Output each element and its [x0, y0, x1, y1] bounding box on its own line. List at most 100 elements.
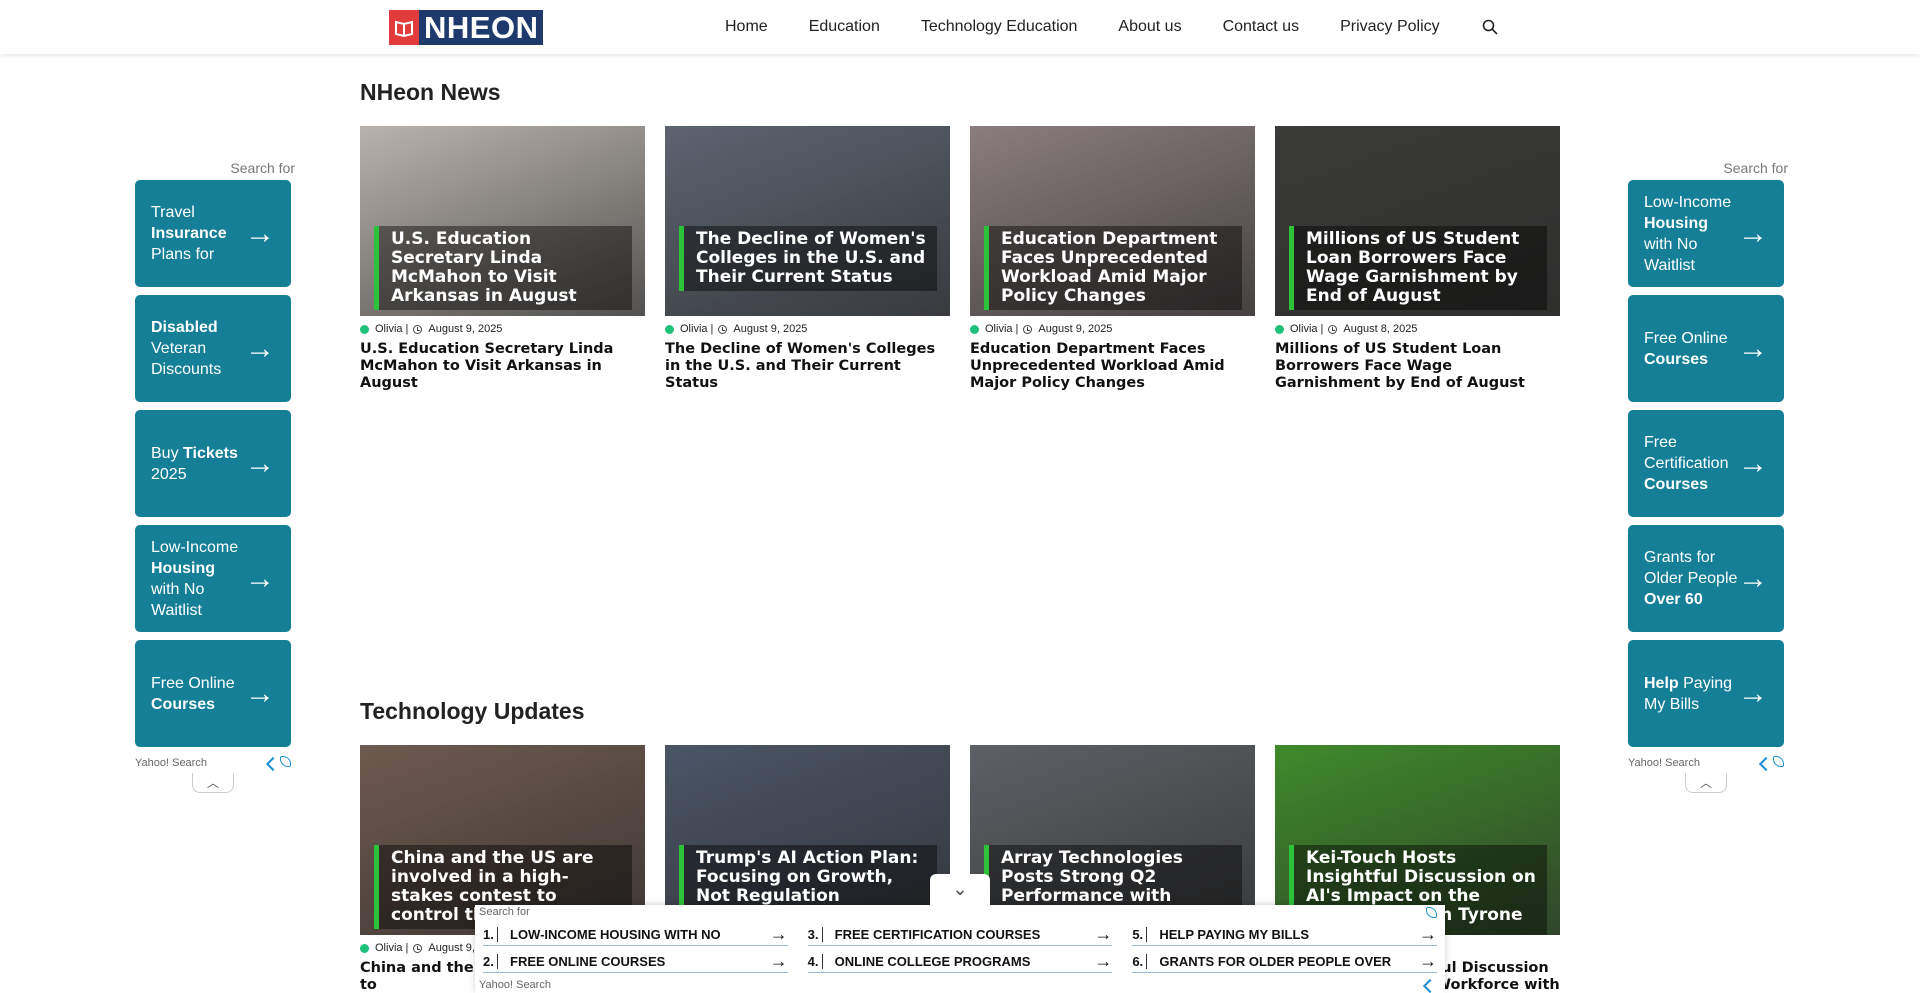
- card-headline[interactable]: U.S. Education Secretary Linda McMahon t…: [360, 341, 645, 392]
- card-author[interactable]: Olivia |: [375, 323, 408, 335]
- chevron-up-icon[interactable]: ︿: [192, 773, 234, 793]
- arrow-right-icon: →: [769, 923, 788, 944]
- adchoices-icon[interactable]: [1425, 979, 1437, 989]
- news-card[interactable]: The Decline of Women's Colleges in the U…: [665, 126, 950, 392]
- card-headline[interactable]: Millions of US Student Loan Borrowers Fa…: [1275, 341, 1560, 392]
- ad-tile-bold: Insurance: [151, 225, 227, 242]
- clock-icon: [718, 324, 728, 334]
- arrow-right-icon: →: [1738, 677, 1768, 710]
- ad-tile[interactable]: Free Certification Courses →: [1628, 410, 1784, 517]
- item-label: LOW-INCOME HOUSING WITH NO: [497, 926, 768, 942]
- main-nav: Home Education Technology Education Abou…: [725, 0, 1499, 54]
- ad-tile[interactable]: Buy Tickets 2025 →: [135, 410, 291, 517]
- ad-tile[interactable]: Free Online Courses →: [135, 640, 291, 747]
- card-thumbnail[interactable]: The Decline of Women's Colleges in the U…: [665, 126, 950, 316]
- author-dot-icon: [1275, 324, 1284, 334]
- nav-about-us[interactable]: About us: [1118, 18, 1181, 36]
- author-dot-icon: [665, 324, 674, 334]
- card-author[interactable]: Olivia |: [985, 323, 1018, 335]
- privacy-icon[interactable]: [280, 756, 291, 767]
- arrow-right-icon: →: [245, 332, 275, 365]
- card-thumbnail[interactable]: U.S. Education Secretary Linda McMahon t…: [360, 126, 645, 316]
- ad-tile[interactable]: Disabled Veteran Discounts →: [135, 295, 291, 402]
- nav-privacy-policy[interactable]: Privacy Policy: [1340, 18, 1440, 36]
- item-label: GRANTS FOR OLDER PEOPLE OVER: [1146, 953, 1417, 969]
- card-headline[interactable]: Education Department Faces Unprecedented…: [970, 341, 1255, 392]
- card-meta: Olivia | August 8, 2025: [1275, 322, 1560, 336]
- arrow-right-icon: →: [1418, 923, 1437, 944]
- ad-tile-bold: Courses: [151, 695, 216, 713]
- privacy-icon[interactable]: [1426, 906, 1437, 918]
- thumbnail-overlay-title: Trump's AI Action Plan: Focusing on Grow…: [679, 845, 937, 910]
- card-author[interactable]: Olivia |: [680, 323, 713, 335]
- chevron-down-icon[interactable]: ⌄: [930, 874, 990, 905]
- ad-tile-text: Free Online: [1644, 329, 1728, 347]
- ad-list-item[interactable]: 4. ONLINE COLLEGE PROGRAMS →: [807, 950, 1113, 973]
- ad-tile-text: Free Certification: [1644, 434, 1729, 472]
- item-number: 6.: [1132, 953, 1144, 969]
- ad-list-item[interactable]: 6. GRANTS FOR OLDER PEOPLE OVER →: [1132, 950, 1437, 973]
- ad-tile-text: with No Waitlist: [151, 580, 205, 619]
- ad-tile[interactable]: Low-Income Housing with No Waitlist →: [1628, 180, 1784, 287]
- ad-list-item[interactable]: 3. FREE CERTIFICATION COURSES →: [807, 923, 1113, 946]
- nav-contact-us[interactable]: Contact us: [1223, 18, 1299, 36]
- card-date: August 9, 2025: [1038, 323, 1113, 335]
- item-label: HELP PAYING MY BILLS: [1146, 926, 1417, 942]
- ad-tile-text: Buy: [151, 444, 179, 462]
- ad-tile[interactable]: Low-Income Housing with No Waitlist →: [135, 525, 291, 632]
- news-card[interactable]: Millions of US Student Loan Borrowers Fa…: [1275, 126, 1560, 392]
- privacy-icon[interactable]: [1773, 756, 1784, 767]
- arrow-right-icon: →: [245, 562, 275, 595]
- card-thumbnail[interactable]: Education Department Faces Unprecedented…: [970, 126, 1255, 316]
- ad-tile[interactable]: Help Paying My Bills →: [1628, 640, 1784, 747]
- item-number: 1.: [483, 926, 494, 942]
- arrow-right-icon: →: [1738, 447, 1768, 480]
- clock-icon: [1328, 324, 1338, 334]
- card-date: August 9, 2025: [733, 323, 808, 335]
- card-date: August 8, 2025: [1343, 323, 1418, 335]
- author-dot-icon: [360, 324, 369, 334]
- item-label: FREE ONLINE COURSES: [497, 953, 768, 969]
- ad-search-for-label: Search for: [1723, 160, 1788, 176]
- arrow-right-icon: →: [245, 447, 275, 480]
- ad-tile-text: Veteran Discounts: [151, 340, 222, 378]
- yahoo-search-label: Yahoo! Search: [479, 979, 551, 991]
- news-card[interactable]: Education Department Faces Unprecedented…: [970, 126, 1255, 392]
- card-thumbnail[interactable]: Millions of US Student Loan Borrowers Fa…: [1275, 126, 1560, 316]
- nav-education[interactable]: Education: [809, 18, 880, 36]
- arrow-right-icon: →: [1738, 332, 1768, 365]
- right-ad-panel: Search for Low-Income Housing with No Wai…: [1628, 160, 1788, 793]
- bottom-ad-bar: ⌄ Search for 1. LOW-INCOME HOUSING WITH N…: [475, 874, 1445, 993]
- adchoices-icon[interactable]: [268, 757, 280, 767]
- clock-icon: [413, 324, 423, 334]
- arrow-right-icon: →: [1738, 562, 1768, 595]
- ad-list-item[interactable]: 5. HELP PAYING MY BILLS →: [1132, 923, 1437, 946]
- card-headline[interactable]: The Decline of Women's Colleges in the U…: [665, 341, 950, 392]
- ad-list-item[interactable]: 1. LOW-INCOME HOUSING WITH NO →: [483, 923, 788, 946]
- adchoices-icon[interactable]: [1761, 757, 1773, 767]
- ad-tile-bold: Courses: [1644, 476, 1709, 493]
- clock-icon: [413, 943, 423, 953]
- ad-tile-bold: Disabled: [151, 319, 218, 336]
- ad-tile[interactable]: Free Online Courses →: [1628, 295, 1784, 402]
- arrow-right-icon: →: [245, 217, 275, 250]
- news-card[interactable]: U.S. Education Secretary Linda McMahon t…: [360, 126, 645, 392]
- ad-list-item[interactable]: 2. FREE ONLINE COURSES →: [483, 950, 788, 973]
- search-icon[interactable]: [1481, 18, 1499, 36]
- nav-home[interactable]: Home: [725, 18, 768, 36]
- ad-tile[interactable]: Grants for Older People Over 60 →: [1628, 525, 1784, 632]
- ad-tile-bold: Help: [1644, 674, 1679, 692]
- chevron-up-icon[interactable]: ︿: [1685, 773, 1727, 793]
- ad-tile-bold: Tickets: [183, 444, 238, 462]
- item-number: 2.: [483, 953, 494, 969]
- thumbnail-overlay-title: Education Department Faces Unprecedented…: [984, 226, 1242, 310]
- ad-tile-text: Low-Income: [1644, 193, 1732, 211]
- nav-technology-education[interactable]: Technology Education: [921, 18, 1078, 36]
- card-author[interactable]: Olivia |: [375, 942, 408, 954]
- ad-tile-text: Free Online: [151, 674, 235, 692]
- site-logo[interactable]: NHEON: [389, 10, 544, 45]
- ad-tile-bold: Courses: [1644, 350, 1709, 368]
- ad-tile[interactable]: Travel Insurance Plans for →: [135, 180, 291, 287]
- ad-tile-text: 2025: [151, 465, 187, 483]
- card-author[interactable]: Olivia |: [1290, 323, 1323, 335]
